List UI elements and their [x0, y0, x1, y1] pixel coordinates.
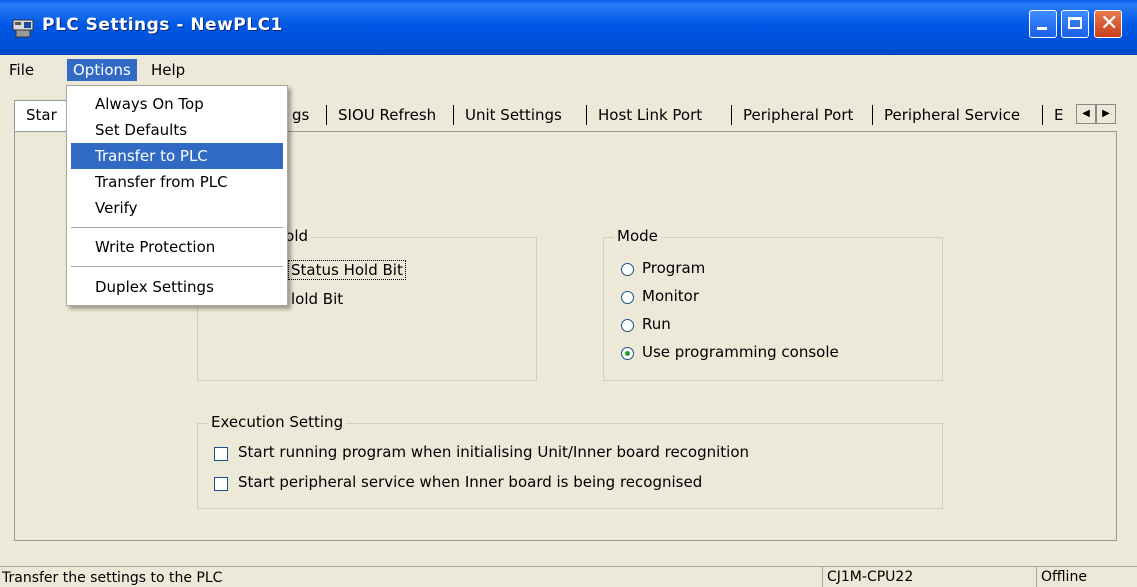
execution-group: Execution Setting [197, 413, 943, 509]
close-button[interactable]: ✕ [1094, 10, 1122, 38]
status-hold-bit-label[interactable]: Status Hold Bit [288, 260, 406, 280]
maximize-button[interactable] [1061, 10, 1089, 38]
start-peripheral-service-label[interactable]: Start peripheral service when Inner boar… [238, 473, 702, 491]
hold-bit-label[interactable]: lold Bit [291, 290, 343, 308]
radio-use-programming-console[interactable] [621, 347, 634, 360]
tab-unit-settings[interactable]: Unit Settings [457, 101, 562, 129]
options-dropdown-menu: Always On Top Set Defaults Transfer to P… [66, 85, 288, 306]
checkbox-start-peripheral-service[interactable] [214, 477, 228, 491]
tab-separator [872, 105, 873, 125]
mode-console-label[interactable]: Use programming console [642, 343, 839, 361]
menu-item-verify[interactable]: Verify [71, 195, 283, 221]
tab-separator [453, 105, 454, 125]
tab-siou-refresh[interactable]: SIOU Refresh [330, 101, 436, 129]
radio-program[interactable] [621, 263, 634, 276]
tab-host-link-port[interactable]: Host Link Port [590, 101, 702, 129]
execution-group-title: Execution Setting [208, 413, 347, 431]
tab-separator [326, 105, 327, 125]
mode-program-label[interactable]: Program [642, 259, 705, 277]
menu-separator [71, 266, 283, 267]
radio-run[interactable] [621, 319, 634, 332]
checkbox-start-running-program[interactable] [214, 447, 228, 461]
menu-item-duplex-settings[interactable]: Duplex Settings [71, 274, 283, 300]
menu-item-transfer-from-plc[interactable]: Transfer from PLC [71, 169, 283, 195]
tab-peripheral-service[interactable]: Peripheral Service [876, 101, 1020, 129]
menu-options[interactable]: Options [67, 59, 137, 81]
tab-separator [731, 105, 732, 125]
menu-item-set-defaults[interactable]: Set Defaults [71, 117, 283, 143]
menu-item-write-protection[interactable]: Write Protection [71, 234, 283, 260]
menu-item-transfer-to-plc[interactable]: Transfer to PLC [71, 143, 283, 169]
status-cpu-model: CJ1M-CPU22 [822, 567, 1032, 587]
menu-help[interactable]: Help [145, 59, 191, 81]
close-icon: ✕ [1100, 11, 1119, 36]
menu-file[interactable]: File [3, 59, 40, 81]
title-bar[interactable]: PLC Settings - NewPLC1 ✕ [0, 0, 1137, 55]
tab-scroll-right-button[interactable]: ▶ [1096, 104, 1116, 124]
tab-startup-label[interactable]: Star [18, 101, 57, 129]
minimize-icon [1037, 27, 1047, 30]
arrow-right-icon: ▶ [1102, 108, 1110, 119]
tab-partial-e[interactable]: E [1046, 101, 1063, 129]
arrow-left-icon: ◀ [1082, 108, 1090, 119]
maximize-icon [1068, 17, 1082, 29]
mode-monitor-label[interactable]: Monitor [642, 287, 699, 305]
tab-scroll-left-button[interactable]: ◀ [1076, 104, 1096, 124]
menu-bar: File Options Help [0, 55, 1137, 85]
radio-monitor[interactable] [621, 291, 634, 304]
tab-peripheral-port[interactable]: Peripheral Port [735, 101, 853, 129]
window-title: PLC Settings - NewPLC1 [42, 15, 283, 35]
menu-item-always-on-top[interactable]: Always On Top [71, 91, 283, 117]
minimize-button[interactable] [1029, 10, 1057, 38]
tab-separator [586, 105, 587, 125]
status-bar: Transfer the settings to the PLC CJ1M-CP… [0, 566, 1137, 587]
tab-separator [1042, 105, 1043, 125]
menu-separator [71, 227, 283, 228]
status-connection-state: Offline [1036, 567, 1137, 587]
mode-run-label[interactable]: Run [642, 315, 671, 333]
start-running-program-label[interactable]: Start running program when initialising … [238, 443, 749, 461]
mode-group-title: Mode [614, 227, 661, 245]
plc-app-icon [12, 19, 34, 38]
status-message: Transfer the settings to the PLC [2, 570, 223, 586]
